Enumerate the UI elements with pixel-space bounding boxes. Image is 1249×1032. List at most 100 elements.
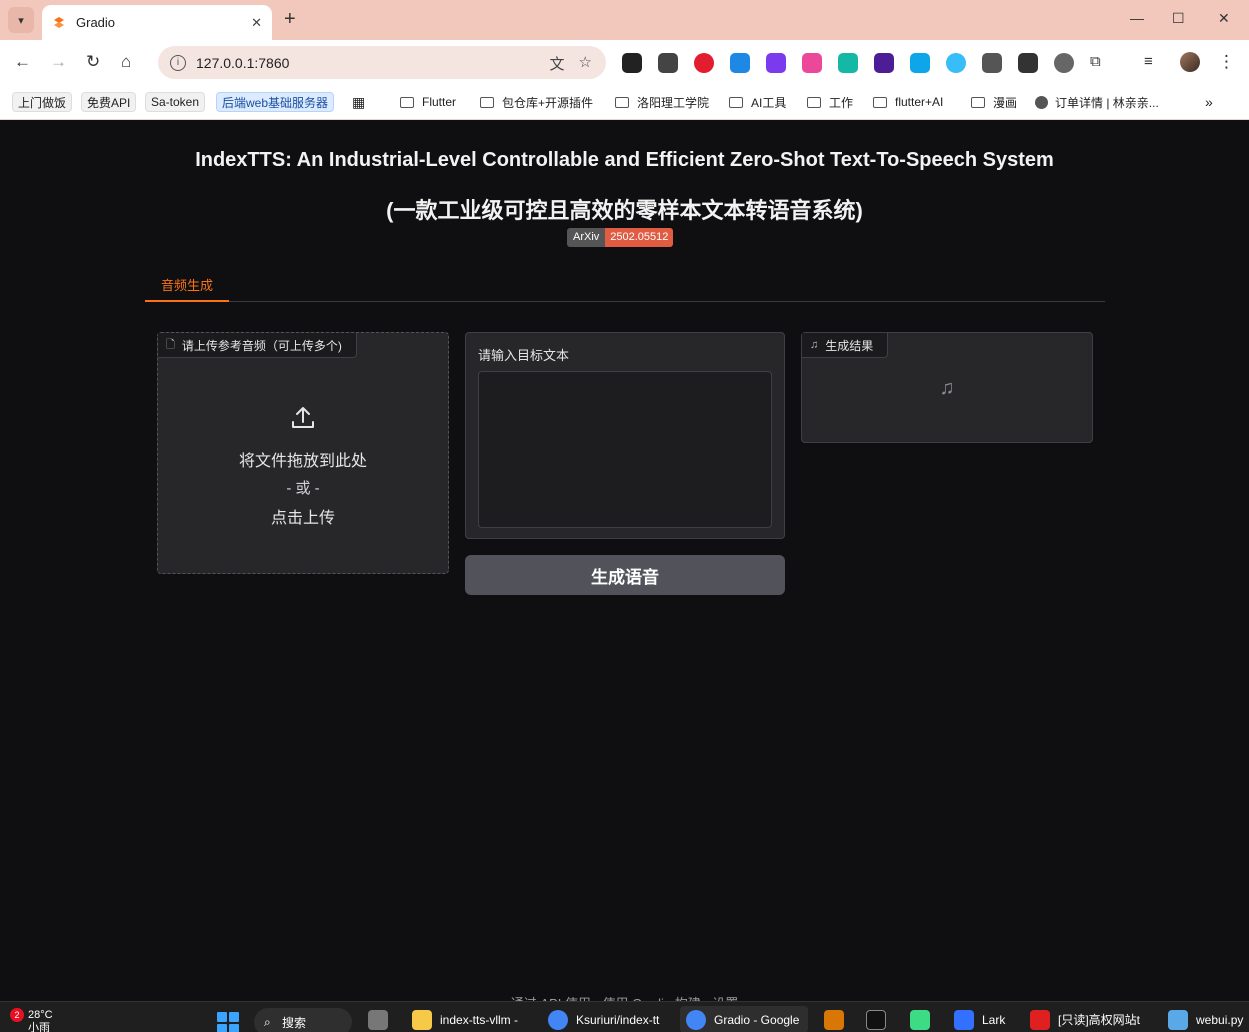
bookmark-item[interactable]: Sa-token xyxy=(145,92,206,112)
chrome-menu-icon[interactable]: ⋮ xyxy=(1218,52,1235,72)
browser-tab-gradio[interactable]: Gradio ✕ xyxy=(42,5,272,40)
windows-start-icon[interactable] xyxy=(217,1012,239,1032)
result-label-text: 生成结果 xyxy=(825,338,874,353)
android-studio-icon[interactable] xyxy=(910,1006,938,1032)
tab-audio-generation[interactable]: 音频生成 xyxy=(145,276,230,302)
taskbar-explorer[interactable]: index-tts-vllm - xyxy=(412,1006,530,1032)
taskbar-item-label: Lark xyxy=(982,1012,1006,1027)
taskbar-app-icon[interactable] xyxy=(824,1006,852,1032)
drop-text: 将文件拖放到此处 xyxy=(238,453,367,470)
bookmark-folder[interactable]: 工作 xyxy=(807,92,853,112)
bookmark-folder[interactable]: 包仓库+开源插件 xyxy=(480,92,593,112)
folder-icon xyxy=(400,96,414,108)
folder-icon xyxy=(412,1009,432,1030)
tab-search-button[interactable]: ▾ xyxy=(8,7,34,33)
extension-icon-8[interactable] xyxy=(874,53,894,73)
bookmark-folder-label: 工作 xyxy=(829,95,854,110)
notepad-icon xyxy=(1168,1009,1188,1030)
taskbar-item-label: index-tts-vllm - xyxy=(440,1012,519,1027)
generate-speech-button[interactable]: 生成语音 xyxy=(465,555,785,595)
extension-icon-7[interactable] xyxy=(838,53,858,73)
site-info-icon[interactable]: i xyxy=(170,54,186,71)
extension-icon-4[interactable] xyxy=(730,53,750,73)
extension-icon-11[interactable] xyxy=(982,53,1002,73)
weather-widget[interactable]: 2 28°C 小雨 xyxy=(10,1008,53,1032)
search-icon: ⌕ xyxy=(264,1014,271,1029)
reload-icon[interactable]: ↻ xyxy=(86,52,100,72)
bookmark-folder[interactable]: 洛阳理工学院 xyxy=(615,92,709,112)
folder-icon xyxy=(729,96,743,108)
upload-dropzone[interactable]: 将文件拖放到此处 - 或 - 点击上传 xyxy=(158,405,448,528)
extension-icon-13[interactable] xyxy=(1054,53,1074,73)
bookmark-folder[interactable]: AI工具 xyxy=(729,92,786,112)
tab-bar: 音频生成 xyxy=(145,276,1105,302)
tab-title: Gradio xyxy=(76,15,116,30)
extensions-puzzle-icon[interactable]: ⧉ xyxy=(1090,52,1101,72)
bookmark-star-icon[interactable]: ☆ xyxy=(579,53,592,74)
bookmark-folder-label: 洛阳理工学院 xyxy=(637,95,710,110)
taskbar-chrome-github[interactable]: Ksuriuri/index-tt xyxy=(548,1006,668,1032)
folder-icon xyxy=(971,96,985,108)
taskbar-item-label: webui.py xyxy=(1196,1012,1244,1027)
minimize-icon[interactable]: — xyxy=(1130,10,1144,26)
home-icon[interactable]: ⌂ xyxy=(121,52,131,72)
upload-label-text: 请上传参考音频（可上传多个) xyxy=(181,338,342,353)
extension-icon-1[interactable] xyxy=(622,53,642,73)
taskbar-chrome-gradio[interactable]: Gradio - Google xyxy=(680,1006,808,1032)
bookmarks-bar: 上门做饭 免费API Sa-token 后端web基础服务器 ▦ Flutter… xyxy=(0,86,1249,120)
extension-icon-2[interactable] xyxy=(658,53,678,73)
target-text-input[interactable] xyxy=(478,371,772,528)
taskbar-lark[interactable]: Lark xyxy=(954,1006,1014,1032)
forward-icon[interactable]: → xyxy=(50,52,67,72)
notification-badge: 2 xyxy=(10,1008,24,1022)
wps-icon xyxy=(1030,1009,1050,1030)
maximize-icon[interactable]: ☐ xyxy=(1172,10,1185,27)
back-icon[interactable]: ← xyxy=(14,52,31,72)
tab-close-icon[interactable]: ✕ xyxy=(251,15,262,31)
arxiv-badge[interactable]: ArXiv 2502.05512 xyxy=(567,228,674,247)
folder-icon xyxy=(615,96,629,108)
weather-text: 小雨 xyxy=(28,1022,50,1032)
extension-icon-9[interactable] xyxy=(910,53,930,73)
url-text: 127.0.0.1:7860 xyxy=(196,54,290,71)
click-upload-text[interactable]: 点击上传 xyxy=(158,504,448,528)
reference-audio-upload[interactable]: 🗋 请上传参考音频（可上传多个) 将文件拖放到此处 - 或 - 点击上传 xyxy=(157,332,449,574)
bookmark-item[interactable]: 后端web基础服务器 xyxy=(216,92,335,112)
music-note-icon: ♫ xyxy=(810,339,819,351)
new-tab-button[interactable]: + xyxy=(284,8,296,30)
bookmark-folder-label: flutter+AI xyxy=(895,95,944,109)
close-window-icon[interactable]: ✕ xyxy=(1218,10,1230,27)
taskbar-item-label: [只读]高权网站t xyxy=(1058,1013,1141,1027)
globe-icon xyxy=(1035,95,1048,109)
bookmark-folder[interactable]: 漫画 xyxy=(971,92,1017,112)
extension-icon-12[interactable] xyxy=(1018,53,1038,73)
profile-avatar[interactable] xyxy=(1180,52,1200,72)
folder-icon xyxy=(480,96,494,108)
bookmark-item[interactable]: 免费API xyxy=(81,92,137,112)
apps-grid-icon[interactable]: ▦ xyxy=(352,92,365,112)
extension-icon-3[interactable] xyxy=(694,53,714,73)
taskbar-wps[interactable]: [只读]高权网站t xyxy=(1030,1006,1150,1032)
bookmark-folder-label: AI工具 xyxy=(751,95,787,110)
taskbar-notepad[interactable]: webui.py xyxy=(1168,1006,1249,1032)
task-view-icon[interactable] xyxy=(368,1006,396,1032)
temperature: 28°C xyxy=(28,1009,53,1021)
bookmark-item[interactable]: 订单详情 | 林亲亲... xyxy=(1035,92,1159,112)
extension-icon-6[interactable] xyxy=(802,53,822,73)
file-icon: 🗋 xyxy=(166,338,175,351)
more-bookmarks-icon[interactable]: » xyxy=(1205,92,1213,112)
address-bar[interactable]: i 127.0.0.1:7860 文 ☆ xyxy=(158,46,606,79)
reading-list-icon[interactable]: ≡ xyxy=(1144,52,1153,72)
translate-icon[interactable]: 文 xyxy=(550,53,565,74)
bookmark-folder[interactable]: Flutter xyxy=(400,92,456,112)
or-text: - 或 - xyxy=(286,480,320,497)
badge-label: ArXiv xyxy=(567,228,606,247)
extension-icon-5[interactable] xyxy=(766,53,786,73)
bookmark-item[interactable]: 上门做饭 xyxy=(12,92,73,112)
lark-icon xyxy=(954,1009,974,1030)
extension-icon-10[interactable] xyxy=(946,53,966,73)
taskbar-search[interactable]: ⌕ 搜索 xyxy=(254,1008,352,1032)
bookmark-label: 订单详情 | 林亲亲... xyxy=(1055,95,1159,110)
bookmark-folder[interactable]: flutter+AI xyxy=(873,92,943,112)
terminal-icon[interactable] xyxy=(866,1006,894,1032)
